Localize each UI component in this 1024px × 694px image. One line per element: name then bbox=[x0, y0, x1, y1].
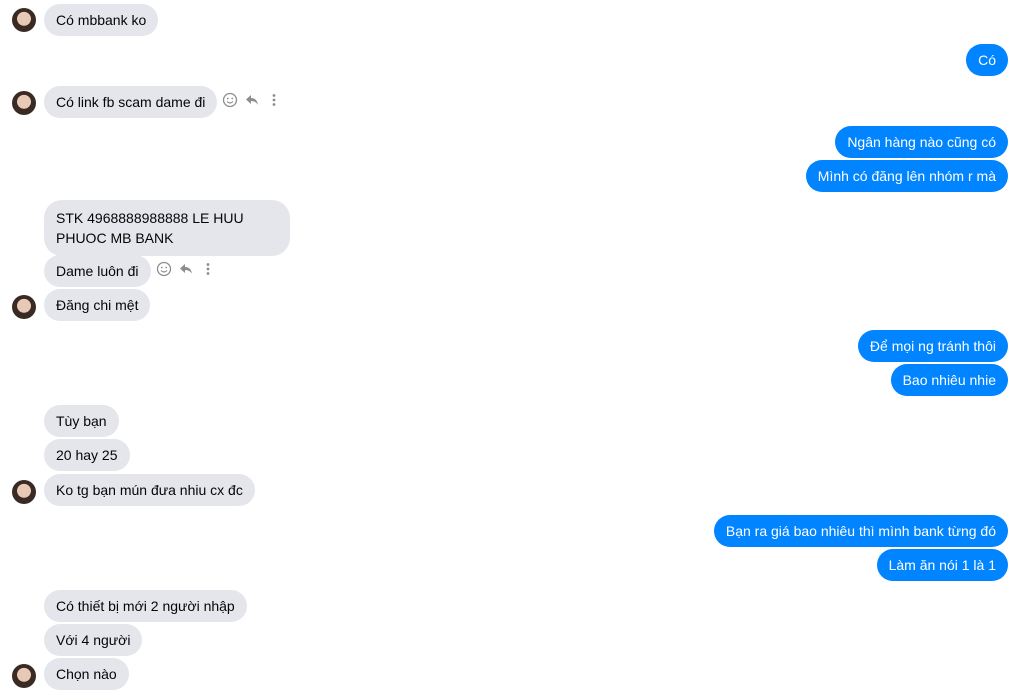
avatar[interactable] bbox=[12, 295, 36, 319]
message-incoming[interactable]: Ko tg bạn mún đưa nhiu cx đc bbox=[44, 474, 255, 506]
message-incoming[interactable]: Tùy bạn bbox=[44, 405, 119, 437]
avatar[interactable] bbox=[12, 91, 36, 115]
message-outgoing[interactable]: Làm ăn nói 1 là 1 bbox=[876, 549, 1008, 581]
more-vertical-icon[interactable] bbox=[200, 261, 216, 277]
message-outgoing[interactable]: Ngân hàng nào cũng có bbox=[835, 126, 1008, 158]
reply-icon[interactable] bbox=[178, 261, 194, 277]
more-vertical-icon[interactable] bbox=[266, 92, 282, 108]
message-incoming[interactable]: Với 4 người bbox=[44, 624, 143, 656]
avatar[interactable] bbox=[12, 664, 36, 688]
message-incoming[interactable]: Dame luôn đi bbox=[44, 255, 151, 287]
avatar[interactable] bbox=[12, 8, 36, 32]
message-incoming[interactable]: Có mbbank ko bbox=[44, 4, 159, 36]
message-outgoing[interactable]: Bạn ra giá bao nhiêu thì mình bank từng … bbox=[713, 515, 1008, 547]
smiley-icon[interactable] bbox=[156, 261, 172, 277]
message-actions bbox=[222, 92, 282, 108]
message-incoming[interactable]: Đăng chi mệt bbox=[44, 289, 151, 321]
message-incoming[interactable]: 20 hay 25 bbox=[44, 439, 130, 471]
message-outgoing[interactable]: Để mọi ng tránh thôi bbox=[857, 330, 1008, 362]
message-incoming[interactable]: Có link fb scam dame đi bbox=[44, 86, 218, 118]
message-incoming[interactable]: Chọn nào bbox=[44, 658, 129, 690]
message-outgoing[interactable]: Mình có đăng lên nhóm r mà bbox=[805, 160, 1008, 192]
avatar[interactable] bbox=[12, 480, 36, 504]
message-outgoing[interactable]: Có bbox=[966, 44, 1008, 76]
reply-icon[interactable] bbox=[244, 92, 260, 108]
message-incoming[interactable]: Có thiết bị mới 2 người nhập bbox=[44, 590, 247, 622]
message-outgoing[interactable]: Bao nhiêu nhie bbox=[890, 364, 1008, 396]
chat-thread: Có mbbank ko Có Có link fb scam dame đi … bbox=[0, 0, 1024, 694]
smiley-icon[interactable] bbox=[222, 92, 238, 108]
message-actions bbox=[156, 261, 216, 277]
message-incoming[interactable]: STK 4968888988888 LE HUU PHUOC MB BANK bbox=[44, 200, 290, 256]
